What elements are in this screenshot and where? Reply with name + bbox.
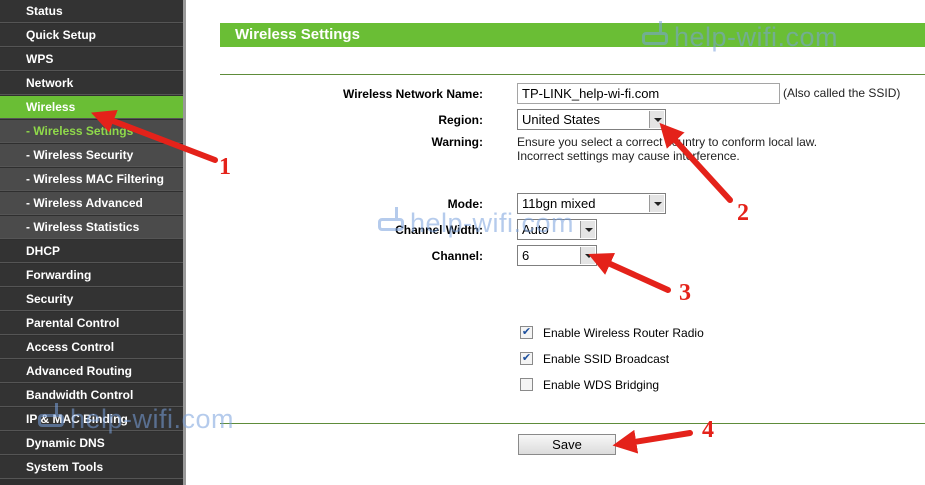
chevron-down-icon xyxy=(580,221,595,238)
ssid-broadcast-checkbox[interactable]: ✔ xyxy=(520,352,533,365)
sidebar-item-security[interactable]: Security xyxy=(0,288,183,311)
sidebar-item-system-tools[interactable]: System Tools xyxy=(0,456,183,479)
main-panel: Wireless Settings Wireless Network Name:… xyxy=(186,0,925,485)
sidebar-item-wireless-settings[interactable]: - Wireless Settings xyxy=(0,120,183,143)
channel-select[interactable]: 6 xyxy=(517,245,597,266)
channel-value: 6 xyxy=(522,248,530,263)
annotation-number-4: 4 xyxy=(702,417,714,443)
save-button[interactable]: Save xyxy=(518,434,616,455)
wds-bridging-checkbox[interactable] xyxy=(520,378,533,391)
annotation-number-2: 2 xyxy=(737,200,749,226)
sidebar-item-wireless-security[interactable]: - Wireless Security xyxy=(0,144,183,167)
sidebar-item-wireless[interactable]: Wireless xyxy=(0,96,183,119)
sidebar-item-wireless-statistics[interactable]: - Wireless Statistics xyxy=(0,216,183,239)
watermark-middle: help-wifi.com xyxy=(378,207,575,239)
sidebar-item-dhcp[interactable]: DHCP xyxy=(0,240,183,263)
chevron-down-icon xyxy=(649,195,664,212)
watermark-text: help-wifi.com xyxy=(410,208,575,238)
region-value: United States xyxy=(522,112,601,127)
network-name-label: Wireless Network Name: xyxy=(343,87,483,101)
sidebar-item-advanced-routing[interactable]: Advanced Routing xyxy=(0,360,183,383)
ssid-broadcast-label: Enable SSID Broadcast xyxy=(543,352,670,366)
sidebar-item-quick-setup[interactable]: Quick Setup xyxy=(0,24,183,47)
router-icon xyxy=(378,207,404,232)
annotation-number-1: 1 xyxy=(219,154,231,180)
watermark-bottom: help-wifi.com xyxy=(38,403,235,435)
wireless-radio-checkbox[interactable]: ✔ xyxy=(520,326,533,339)
ssid-note: (Also called the SSID) xyxy=(783,86,901,100)
watermark-text: help-wifi.com xyxy=(674,22,839,52)
sidebar-item-wireless-advanced[interactable]: - Wireless Advanced xyxy=(0,192,183,215)
chevron-down-icon xyxy=(580,247,595,264)
sidebar-item-forwarding[interactable]: Forwarding xyxy=(0,264,183,287)
sidebar-item-parental-control[interactable]: Parental Control xyxy=(0,312,183,335)
sidebar-item-network[interactable]: Network xyxy=(0,72,183,95)
wds-bridging-label: Enable WDS Bridging xyxy=(543,378,660,392)
sidebar-item-dynamic-dns[interactable]: Dynamic DNS xyxy=(0,432,183,455)
channel-label: Channel: xyxy=(431,249,483,263)
region-select[interactable]: United States xyxy=(517,109,666,130)
bottom-divider xyxy=(220,423,925,424)
watermark-top: help-wifi.com xyxy=(642,21,839,53)
sidebar-item-wps[interactable]: WPS xyxy=(0,48,183,71)
sidebar-item-access-control[interactable]: Access Control xyxy=(0,336,183,359)
router-icon xyxy=(38,403,64,428)
warning-label: Warning: xyxy=(431,135,483,149)
warning-text-line1: Ensure you select a correct country to c… xyxy=(517,135,818,149)
sidebar-item-status[interactable]: Status xyxy=(0,0,183,23)
watermark-text: help-wifi.com xyxy=(70,404,235,434)
network-name-input[interactable]: TP-LINK_help-wi-fi.com xyxy=(517,83,780,104)
warning-text-line2: Incorrect settings may cause interferenc… xyxy=(517,149,740,163)
chevron-down-icon xyxy=(649,111,664,128)
annotation-number-3: 3 xyxy=(679,280,691,306)
router-icon xyxy=(642,21,668,46)
top-divider xyxy=(220,74,925,75)
region-label: Region: xyxy=(438,113,483,127)
wireless-radio-label: Enable Wireless Router Radio xyxy=(543,326,704,340)
sidebar-item-wireless-mac-filtering[interactable]: - Wireless MAC Filtering xyxy=(0,168,183,191)
